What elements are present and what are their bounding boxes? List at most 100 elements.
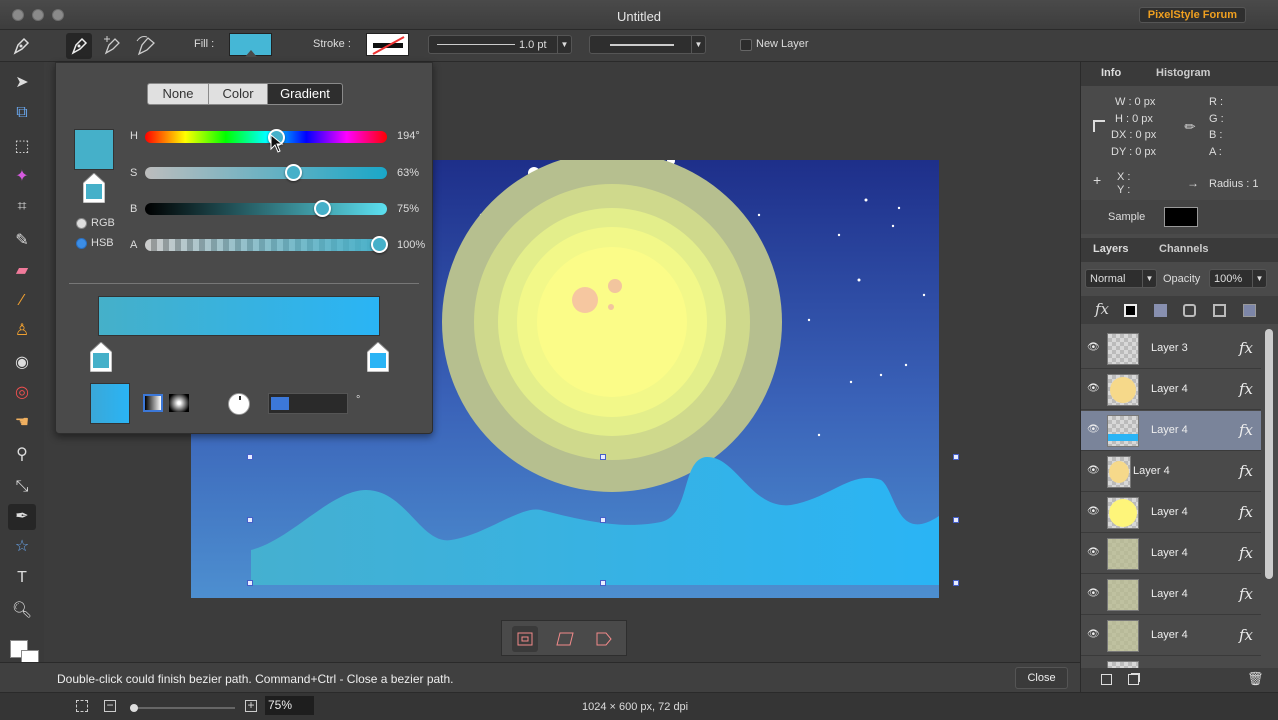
- layer-fx-icon[interactable]: fx: [1239, 339, 1253, 357]
- brightness-slider-knob[interactable]: [314, 200, 331, 217]
- brush-tool-icon[interactable]: ✎: [8, 228, 36, 254]
- layer-row[interactable]: 👁︎ Layer 4 fx: [1081, 616, 1261, 656]
- path-select-icon[interactable]: ⤡: [8, 474, 36, 500]
- layer-fx-icon[interactable]: fx: [1239, 626, 1253, 644]
- opacity-dropdown[interactable]: 100% ▼: [1209, 269, 1267, 288]
- pen-mode-icon[interactable]: [66, 33, 92, 59]
- perspective-transform-icon[interactable]: [590, 626, 616, 652]
- tab-none[interactable]: None: [147, 83, 209, 105]
- layer-row-selected[interactable]: 👁︎ Layer 4 fx: [1081, 411, 1261, 451]
- tab-gradient[interactable]: Gradient: [267, 83, 343, 105]
- path-handle[interactable]: [600, 454, 606, 460]
- move-tool-icon[interactable]: ➤: [8, 70, 36, 96]
- layer-fx-icon[interactable]: fx: [1239, 544, 1253, 562]
- eye-icon[interactable]: 👁︎: [1087, 424, 1100, 436]
- eye-icon[interactable]: 👁︎: [1087, 465, 1100, 477]
- layer-row[interactable]: 👁︎ Layer 4 fx: [1081, 452, 1261, 492]
- close-button[interactable]: Close: [1015, 667, 1068, 689]
- text-tool-icon[interactable]: T: [8, 565, 36, 591]
- gradient-end-stop[interactable]: [366, 341, 390, 373]
- sample-color-swatch[interactable]: [1164, 207, 1198, 227]
- brightness-slider[interactable]: [145, 203, 387, 215]
- stamp-tool-icon[interactable]: ♙: [8, 318, 36, 344]
- hsb-radio[interactable]: [76, 238, 87, 249]
- layer-row[interactable]: 👁︎ Layer 3 fx: [1081, 329, 1261, 369]
- stroke-swatch[interactable]: [366, 33, 409, 56]
- zoom-slider[interactable]: [130, 704, 235, 712]
- layer-row[interactable]: 👁︎ Layer 4 fx: [1081, 493, 1261, 533]
- transform-tool-icon[interactable]: ⧉: [8, 100, 36, 126]
- angle-dial-icon[interactable]: [228, 393, 250, 415]
- new-layer-checkbox[interactable]: [740, 39, 752, 51]
- zoom-input[interactable]: 75%: [265, 696, 314, 715]
- fill-style-icon[interactable]: [1154, 304, 1167, 317]
- layer-fx-icon[interactable]: fx: [1239, 421, 1253, 439]
- eye-icon[interactable]: 👁︎: [1087, 629, 1100, 641]
- linear-gradient-icon[interactable]: [143, 394, 163, 412]
- tab-color[interactable]: Color: [208, 83, 268, 105]
- stroke-width-dropdown[interactable]: 1.0 pt ▼: [428, 35, 572, 54]
- pen-tool-icon[interactable]: [8, 33, 34, 59]
- fx-icon[interactable]: fx: [1095, 300, 1109, 318]
- new-layer-icon[interactable]: [1101, 674, 1112, 685]
- path-handle[interactable]: [953, 517, 959, 523]
- saturation-slider[interactable]: [145, 167, 387, 179]
- bevel-style-icon[interactable]: [1183, 304, 1196, 317]
- free-transform-icon[interactable]: [512, 626, 538, 652]
- smudge-tool-icon[interactable]: ☚: [8, 410, 36, 436]
- fill-swatch[interactable]: [229, 33, 272, 57]
- blend-mode-dropdown[interactable]: Normal ▼: [1085, 269, 1157, 288]
- rgb-radio[interactable]: [76, 218, 87, 229]
- layer-row[interactable]: 👁︎ Layer 4 fx: [1081, 534, 1261, 574]
- eye-icon[interactable]: 👁︎: [1087, 547, 1100, 559]
- eye-icon[interactable]: 👁︎: [1087, 342, 1100, 354]
- alpha-slider[interactable]: [145, 239, 387, 251]
- gradient-start-stop[interactable]: [89, 341, 113, 373]
- eye-icon[interactable]: 👁︎: [1087, 588, 1100, 600]
- radial-gradient-icon[interactable]: [169, 394, 189, 412]
- current-color-swatch[interactable]: [74, 129, 114, 170]
- bucket-tool-icon[interactable]: ◉: [8, 350, 36, 376]
- curvature-pen-icon[interactable]: [133, 33, 159, 59]
- red-eye-icon[interactable]: ◎: [8, 380, 36, 406]
- angle-input[interactable]: [268, 393, 348, 414]
- tab-channels[interactable]: Channels: [1159, 243, 1209, 255]
- zoom-out-icon[interactable]: −: [104, 699, 116, 712]
- layer-fx-icon[interactable]: fx: [1239, 585, 1253, 603]
- marquee-tool-icon[interactable]: ⬚: [8, 134, 36, 160]
- path-handle[interactable]: [600, 517, 606, 523]
- path-handle[interactable]: [247, 517, 253, 523]
- path-handle[interactable]: [247, 454, 253, 460]
- path-handle[interactable]: [247, 580, 253, 586]
- eye-icon[interactable]: 👁︎: [1087, 506, 1100, 518]
- duplicate-layer-icon[interactable]: [1128, 674, 1139, 685]
- eyedropper-icon[interactable]: ⁄: [8, 288, 36, 314]
- eraser-tool-icon[interactable]: ▰: [8, 258, 36, 284]
- shadow-style-icon[interactable]: [1213, 304, 1226, 317]
- gradient-preview-bar[interactable]: [98, 296, 380, 336]
- forum-button[interactable]: PixelStyle Forum: [1138, 7, 1246, 23]
- skew-transform-icon[interactable]: [552, 626, 578, 652]
- crop-tool-icon[interactable]: ⌗: [8, 194, 36, 220]
- zoom-in-icon[interactable]: +: [245, 699, 257, 712]
- path-handle[interactable]: [953, 580, 959, 586]
- path-handle[interactable]: [600, 580, 606, 586]
- view-zoom-icon[interactable]: 🔍︎: [8, 598, 36, 624]
- layer-fx-icon[interactable]: fx: [1239, 503, 1253, 521]
- magic-wand-icon[interactable]: ✦: [8, 164, 36, 190]
- stroke-style-dropdown[interactable]: ▼: [589, 35, 706, 54]
- layer-fx-icon[interactable]: fx: [1239, 462, 1253, 480]
- alpha-slider-knob[interactable]: [371, 236, 388, 253]
- stroke-style-icon[interactable]: [1124, 304, 1137, 317]
- pen-tool-selected-icon[interactable]: ✒: [8, 504, 36, 530]
- layer-fx-icon[interactable]: fx: [1239, 380, 1253, 398]
- layer-list-scrollbar[interactable]: [1265, 329, 1273, 579]
- tab-layers[interactable]: Layers: [1093, 243, 1128, 255]
- layer-row[interactable]: 👁︎ Layer 4 fx: [1081, 370, 1261, 410]
- tab-histogram[interactable]: Histogram: [1156, 67, 1210, 79]
- path-handle[interactable]: [953, 454, 959, 460]
- eye-icon[interactable]: 👁︎: [1087, 383, 1100, 395]
- layer-row[interactable]: 👁︎ Layer 4 fx: [1081, 575, 1261, 615]
- add-anchor-icon[interactable]: [99, 33, 125, 59]
- tab-info[interactable]: Info: [1101, 67, 1121, 79]
